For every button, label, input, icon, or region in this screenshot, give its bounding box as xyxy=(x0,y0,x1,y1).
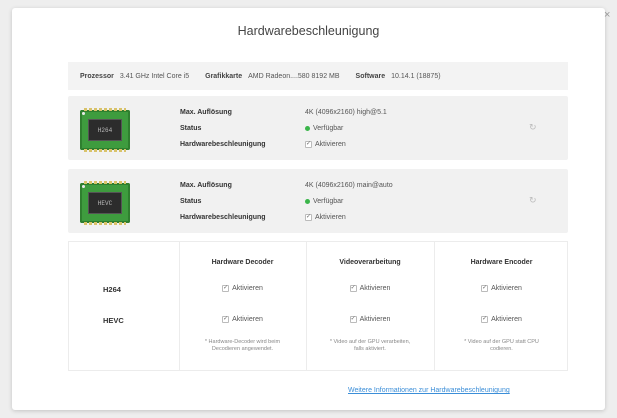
encoder-note: * Video auf der GPU statt CPU codieren. xyxy=(464,339,539,353)
acceleration-label: Hardwarebeschleunigung xyxy=(180,141,266,148)
checkbox-checked-icon[interactable]: ✓ xyxy=(481,316,489,323)
acceleration-checkbox[interactable]: ✓ Aktivieren xyxy=(305,214,346,221)
status-label: Status xyxy=(180,198,202,205)
acceleration-label: Hardwarebeschleunigung xyxy=(180,214,266,221)
checkbox-checked-icon[interactable]: ✓ xyxy=(481,285,489,292)
row-header-h264: H264 xyxy=(103,285,121,294)
chip-icon: HEVC xyxy=(80,181,130,225)
chip-icon: H264 xyxy=(80,108,130,152)
checkbox-checked-icon[interactable]: ✓ xyxy=(222,316,230,323)
refresh-icon[interactable]: ↻ xyxy=(529,195,537,206)
status-available-icon xyxy=(305,199,310,204)
max-resolution-value: 4K (4096x2160) main@auto xyxy=(305,182,393,189)
h264-processing-checkbox[interactable]: ✓ Aktivieren xyxy=(306,285,434,292)
chip-label: HEVC xyxy=(88,192,122,214)
close-icon[interactable]: × xyxy=(604,10,610,21)
processing-note: * Video auf der GPU verarbeiten, falls a… xyxy=(329,339,411,353)
checkbox-checked-icon[interactable]: ✓ xyxy=(222,285,230,292)
system-info-bar: Prozessor 3.41 GHz Intel Core i5 Grafikk… xyxy=(68,62,568,90)
software-label: Software xyxy=(355,72,386,80)
row-header-hevc: HEVC xyxy=(103,316,124,325)
software-value: 10.14.1 (18875) xyxy=(391,72,441,80)
status-value: Verfügbar xyxy=(305,198,343,205)
refresh-icon[interactable]: ↻ xyxy=(529,122,537,133)
codec-card-hevc: HEVC Max. Auflösung 4K (4096x2160) main@… xyxy=(68,169,568,233)
decoder-note: * Hardware-Decoder wird beim Decodieren … xyxy=(204,339,281,353)
processor-value: 3.41 GHz Intel Core i5 xyxy=(119,72,190,80)
acceleration-matrix: Hardware Decoder Videoverarbeitung Hardw… xyxy=(68,241,568,371)
dialog-title: Hardwarebeschleunigung xyxy=(237,24,380,38)
codec-card-h264: H264 Max. Auflösung 4K (4096x2160) high@… xyxy=(68,96,568,160)
acceleration-checkbox[interactable]: ✓ Aktivieren xyxy=(305,141,346,148)
max-resolution-label: Max. Auflösung xyxy=(180,182,232,189)
checkbox-checked-icon[interactable]: ✓ xyxy=(305,141,312,148)
h264-decoder-checkbox[interactable]: ✓ Aktivieren xyxy=(179,285,306,292)
column-header-encoder: Hardware Encoder xyxy=(470,259,533,266)
column-header-decoder: Hardware Decoder xyxy=(211,259,274,266)
more-info-link[interactable]: Weitere Informationen zur Hardwarebeschl… xyxy=(348,387,510,394)
chip-label: H264 xyxy=(88,119,122,141)
h264-encoder-checkbox[interactable]: ✓ Aktivieren xyxy=(434,285,569,292)
status-value: Verfügbar xyxy=(305,125,343,132)
status-label: Status xyxy=(180,125,202,132)
max-resolution-value: 4K (4096x2160) high@5.1 xyxy=(305,109,387,116)
hevc-encoder-checkbox[interactable]: ✓ Aktivieren xyxy=(434,316,569,323)
max-resolution-label: Max. Auflösung xyxy=(180,109,232,116)
gpu-value: AMD Radeon....580 8192 MB xyxy=(248,72,340,80)
checkbox-checked-icon[interactable]: ✓ xyxy=(349,316,357,323)
status-available-icon xyxy=(305,126,310,131)
column-header-processing: Videoverarbeitung xyxy=(339,259,401,266)
checkbox-checked-icon[interactable]: ✓ xyxy=(349,285,357,292)
hevc-decoder-checkbox[interactable]: ✓ Aktivieren xyxy=(179,316,306,323)
checkbox-checked-icon[interactable]: ✓ xyxy=(305,214,312,221)
processor-label: Prozessor xyxy=(80,72,114,80)
hevc-processing-checkbox[interactable]: ✓ Aktivieren xyxy=(306,316,434,323)
gpu-label: Grafikkarte xyxy=(205,72,243,80)
